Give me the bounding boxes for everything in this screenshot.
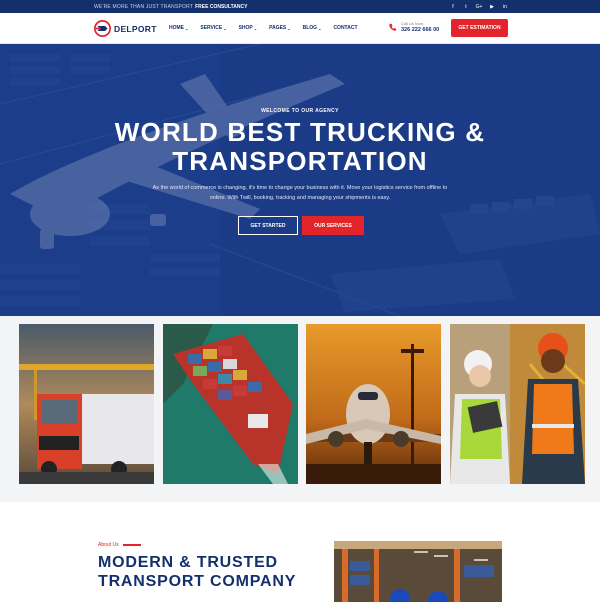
nav-menu: HOME ⌄ SERVICE ⌄ SHOP ⌄ PAGES ⌄ BLOG ⌄ CONTAC… — [169, 25, 358, 31]
topbar-highlight-link[interactable]: FREE CONSULTANCY — [195, 4, 247, 10]
phone-number: 326 222 666 00 — [401, 27, 440, 33]
facebook-icon[interactable]: f — [450, 4, 456, 10]
twitter-icon[interactable]: t — [463, 4, 469, 10]
chevron-down-icon: ⌄ — [287, 25, 291, 31]
get-estimation-button[interactable]: GET ESTIMATION — [451, 19, 508, 37]
topbar-text: WE'RE MORE THAN JUST TRANSPORT — [94, 3, 194, 10]
about-kicker-text: About Us — [98, 542, 119, 548]
hero-kicker: WELCOME TO OUR AGENCY — [261, 108, 339, 114]
hero-title: WORLD BEST TRUCKING & TRANSPORTATION — [0, 118, 600, 176]
chevron-down-icon: ⌄ — [253, 25, 258, 31]
nav-label: SHOP — [238, 25, 253, 31]
warehouse-photo — [334, 541, 502, 602]
nav-label: PAGES — [269, 25, 287, 31]
our-services-button[interactable]: OUR SERVICES — [302, 216, 364, 235]
about-section: About Us MODERN & TRUSTED TRANSPORT COMP… — [0, 502, 600, 602]
hero-title-line-1: WORLD BEST TRUCKING & — [114, 117, 486, 147]
chevron-down-icon: ⌄ — [185, 25, 189, 31]
kicker-divider — [122, 544, 141, 546]
cargo-ship-photo[interactable] — [163, 324, 298, 484]
hero-title-line-2: TRANSPORTATION — [172, 146, 428, 176]
phone-contact[interactable]: Call Us Now 326 222 666 00 — [388, 21, 439, 33]
top-bar: WE'RE MORE THAN JUST TRANSPORT FREE CONS… — [0, 0, 600, 13]
site-logo[interactable]: DELPORT — [94, 20, 157, 37]
about-title: MODERN & TRUSTED TRANSPORT COMPANY — [98, 553, 296, 591]
logo-mark-icon — [94, 20, 111, 37]
nav-item-blog[interactable]: BLOG ⌄ — [303, 25, 322, 31]
logo-text: DELPORT — [114, 23, 157, 34]
chevron-down-icon: ⌄ — [318, 25, 322, 31]
phone-icon — [389, 23, 397, 31]
google-plus-icon[interactable]: G+ — [476, 4, 483, 10]
nav-item-pages[interactable]: PAGES ⌄ — [269, 25, 291, 31]
hero-desc-line-2: online. With Twill, booking, tracking an… — [209, 195, 391, 201]
chevron-down-icon: ⌄ — [223, 25, 227, 31]
airplane-photo[interactable] — [306, 324, 441, 484]
hero-overlay — [0, 44, 600, 316]
about-title-line-1: MODERN & TRUSTED — [98, 554, 278, 571]
services-gallery — [0, 316, 600, 502]
workers-photo[interactable] — [450, 324, 585, 484]
truck-photo[interactable] — [19, 324, 154, 484]
main-navbar: DELPORT HOME ⌄ SERVICE ⌄ SHOP ⌄ PAGES ⌄ BLOG… — [0, 13, 600, 44]
about-title-line-2: TRANSPORT COMPANY — [98, 573, 297, 590]
hero-section: WELCOME TO OUR AGENCY WORLD BEST TRUCKIN… — [0, 44, 600, 316]
nav-item-contact[interactable]: CONTACT — [333, 25, 357, 31]
social-links: f t G+ ▶ in — [450, 4, 508, 10]
nav-item-shop[interactable]: SHOP ⌄ — [239, 25, 258, 31]
nav-item-home[interactable]: HOME ⌄ — [169, 25, 188, 31]
nav-label: CONTACT — [333, 25, 358, 31]
linkedin-icon[interactable]: in — [502, 4, 508, 10]
get-started-button[interactable]: GET STARTED — [238, 216, 298, 235]
nav-label: HOME — [169, 25, 184, 31]
nav-item-service[interactable]: SERVICE ⌄ — [200, 25, 226, 31]
youtube-icon[interactable]: ▶ — [489, 4, 495, 10]
hero-desc-line-1: As the world of commerce is changing, it… — [152, 185, 448, 191]
about-kicker: About Us — [98, 542, 141, 548]
hero-description: As the world of commerce is changing, it… — [150, 183, 450, 203]
nav-label: SERVICE — [200, 25, 223, 31]
phone-label: Call Us Now — [401, 21, 424, 26]
nav-label: BLOG — [302, 25, 318, 31]
